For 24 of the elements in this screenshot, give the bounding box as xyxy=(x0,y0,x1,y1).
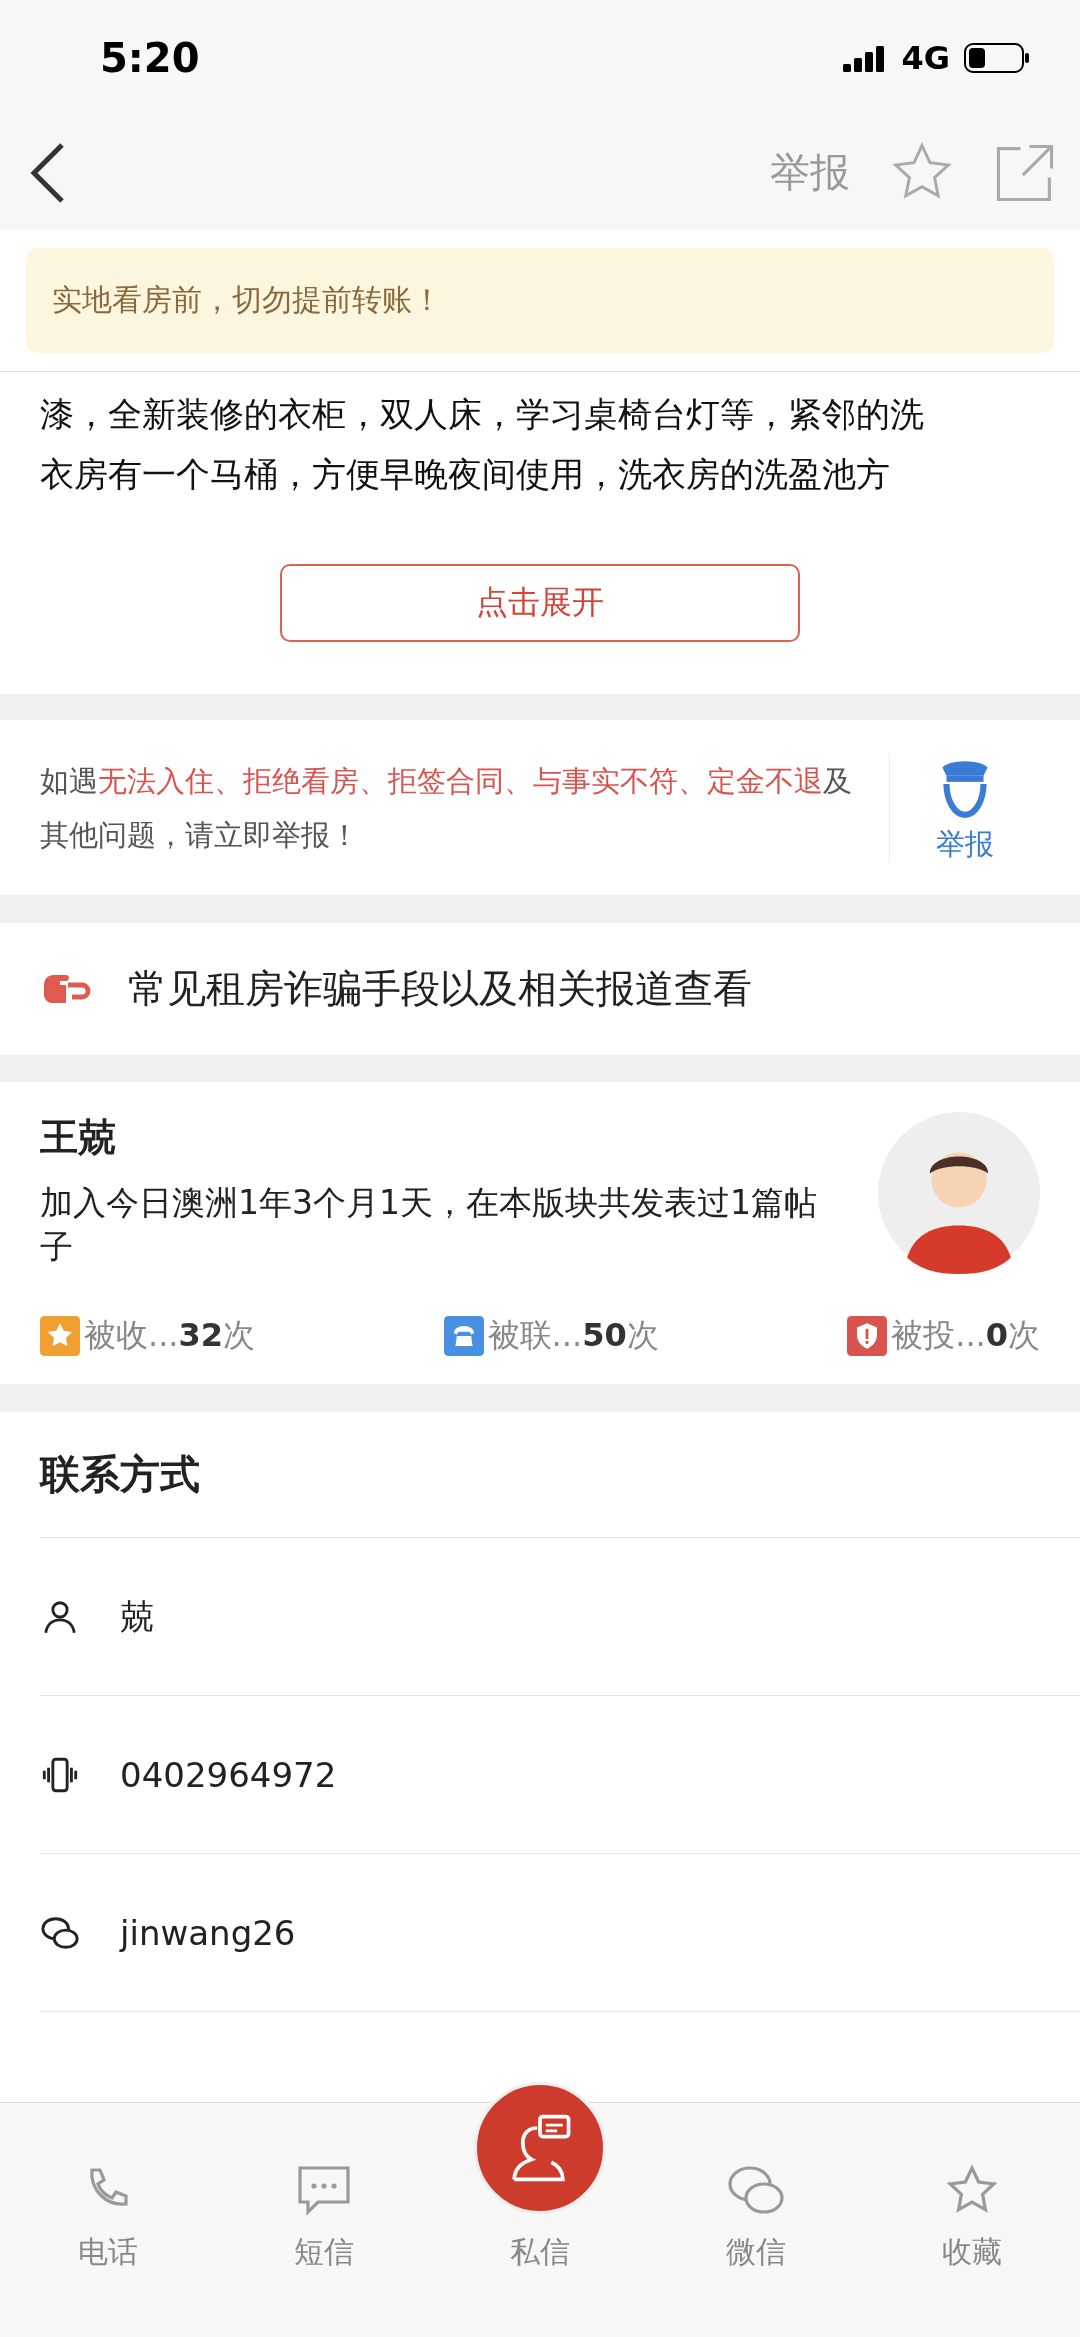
tab-button[interactable]: 收藏 xyxy=(864,2123,1080,2273)
description-text: 漆，全新装修的衣柜，双人床，学习桌椅台灯等，紧邻的洗 xyxy=(40,393,925,436)
user-stat: 被联...50次 xyxy=(487,1315,659,1356)
tab-button[interactable]: 电话 xyxy=(0,2123,216,2273)
user-bio: 加入今日澳洲1年3个月1天，在本版块共发表过1篇帖子 xyxy=(40,1182,818,1268)
battery-icon xyxy=(964,41,1030,74)
contact-value: 兢 xyxy=(120,1594,154,1638)
contact-value: 0402964972 xyxy=(120,1754,337,1795)
warning-notice: 实地看房前，切勿提前转账！ xyxy=(26,248,1054,353)
expand-button[interactable]: 点击展开 xyxy=(280,564,800,642)
report-notice: 如遇无法入住、拒绝看房、拒签合同、与事实不符、定金不退及其他问题，请立即举报！ xyxy=(40,753,890,862)
description-text: 衣房有一个马桶，方便早晚夜间使用，洗衣房的洗盈池方 xyxy=(40,453,891,496)
tab-button[interactable]: 短信 xyxy=(216,2123,432,2273)
tab-button[interactable]: 微信 xyxy=(648,2123,864,2273)
report-link[interactable]: 举报 xyxy=(770,145,850,200)
user-stat: 被收...32次 xyxy=(84,1315,256,1356)
network-type: 4G xyxy=(901,38,950,77)
contact-title: 联系方式 xyxy=(40,1412,1080,1538)
contact-value: jinwang26 xyxy=(120,1912,296,1953)
report-button[interactable]: 举报 xyxy=(890,749,1040,866)
tab-button[interactable]: 私信 xyxy=(432,2038,648,2273)
user-name: 王兢 xyxy=(40,1114,117,1161)
user-stat: 被投...0次 xyxy=(891,1315,1040,1356)
status-time: 5:20 xyxy=(100,34,200,81)
